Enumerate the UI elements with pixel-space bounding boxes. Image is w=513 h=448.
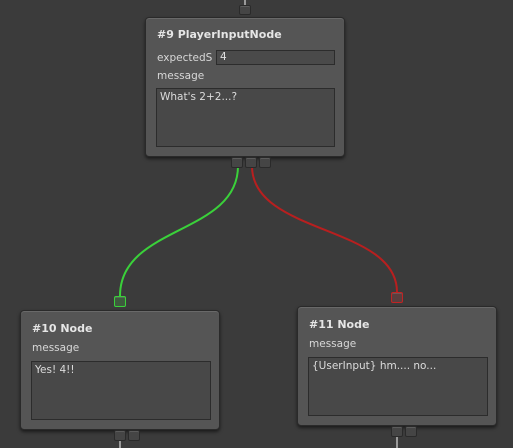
node10-input-port[interactable] [114, 296, 126, 307]
output-port-right[interactable] [259, 157, 271, 168]
expected-input[interactable]: 4 [216, 50, 335, 65]
node10-output-port-right[interactable] [128, 430, 140, 441]
message-textarea[interactable]: Yes! 4!! [31, 361, 211, 420]
message-textarea[interactable]: {UserInput} hm.... no... [308, 357, 488, 416]
output-port-middle[interactable] [245, 157, 257, 168]
message-field-label: message [32, 342, 80, 354]
node-11[interactable]: #11 Node message {UserInput} hm.... no..… [297, 306, 497, 426]
player-input-node[interactable]: #9 PlayerInputNode expectedS 4 message W… [145, 17, 345, 157]
node-10[interactable]: #10 Node message Yes! 4!! [20, 310, 220, 430]
output-port-left[interactable] [231, 157, 243, 168]
node-title: #9 PlayerInputNode [157, 28, 282, 41]
node-title: #10 Node [32, 322, 93, 335]
node11-output-port-right[interactable] [405, 426, 417, 437]
message-field-label: message [309, 338, 357, 350]
connection-wire-failure [251, 165, 398, 293]
node-graph-canvas[interactable]: #9 PlayerInputNode expectedS 4 message W… [0, 0, 513, 448]
message-field-label: message [157, 70, 205, 82]
connection-wire-success [119, 165, 239, 297]
node11-input-port[interactable] [391, 292, 403, 303]
node10-output-port-left[interactable] [114, 430, 126, 441]
node11-output-port-left[interactable] [391, 426, 403, 437]
input-port[interactable] [239, 5, 251, 15]
node11-outgoing-stub [396, 437, 398, 448]
node10-outgoing-stub [119, 441, 121, 448]
message-textarea[interactable]: What's 2+2...? [156, 88, 335, 147]
expected-field-label: expectedS [157, 52, 213, 64]
node-title: #11 Node [309, 318, 370, 331]
